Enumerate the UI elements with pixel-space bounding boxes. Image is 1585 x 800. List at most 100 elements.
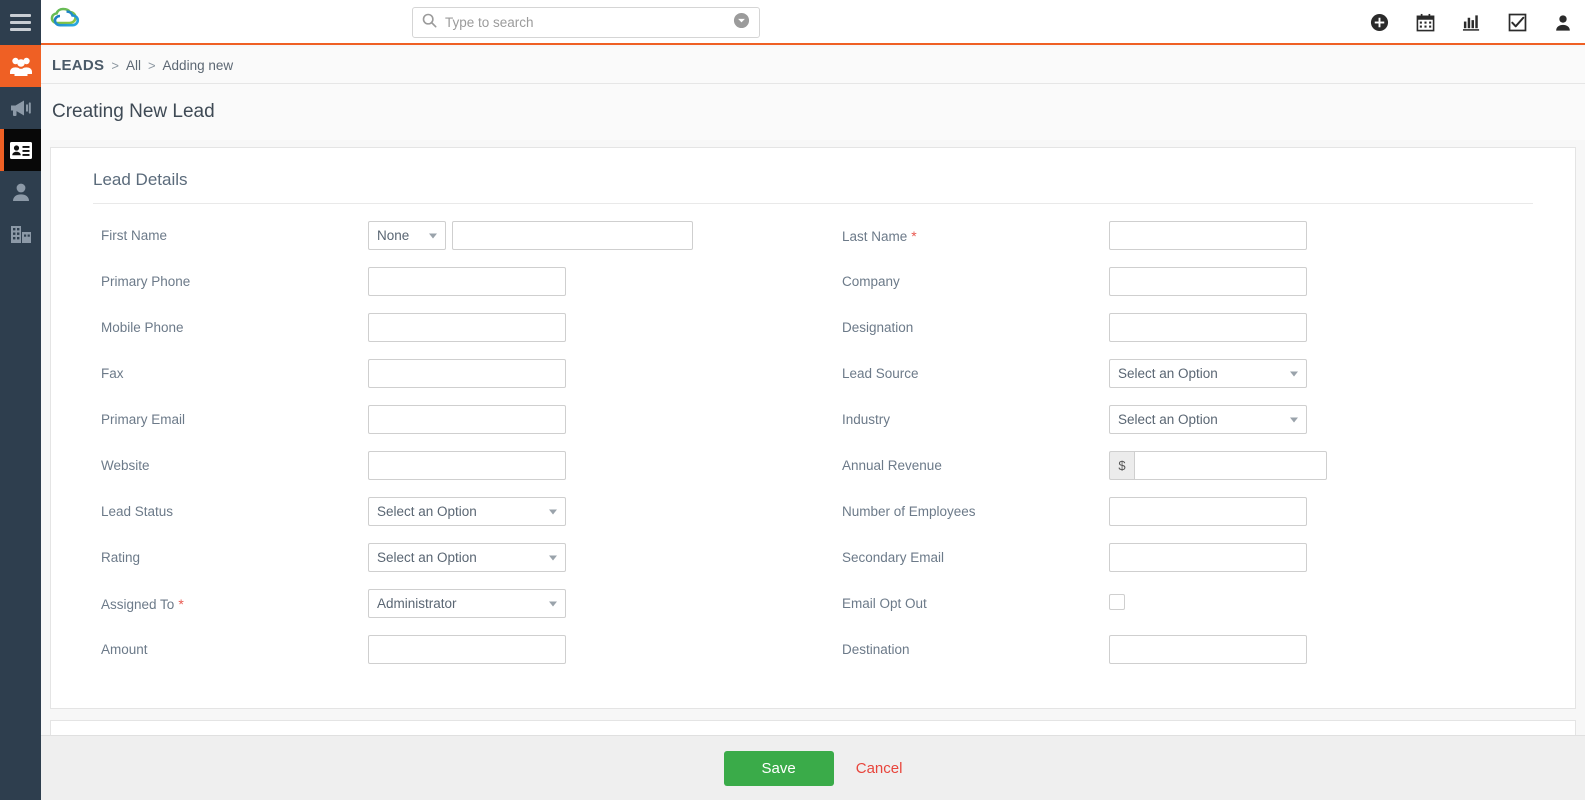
vtiger-logo[interactable] [50,3,94,40]
field-control: Select an Option [368,494,813,526]
field-control: None [368,218,813,250]
primary-phone-input[interactable] [368,267,566,296]
sidebar-item-person[interactable] [0,171,41,213]
form-field: Assigned To * Administrator [72,586,813,632]
field-control: Select an Option [368,540,813,572]
currency-symbol: $ [1109,451,1134,480]
field-control [1109,586,1554,610]
breadcrumb-module[interactable]: LEADS [52,57,104,74]
lead-source-select-value: Select an Option [1118,366,1218,381]
quick-create-icon[interactable] [1369,13,1389,33]
assigned-to-select[interactable]: Administrator [368,589,566,618]
form-field: Number of Employees [813,494,1554,540]
salutation-name-group: None [368,221,813,250]
megaphone-icon [9,98,33,118]
field-label-text: Mobile Phone [101,320,184,335]
search-input[interactable] [445,15,733,30]
field-label: Lead Source [813,356,1109,382]
hamburger-menu-icon[interactable] [0,0,41,45]
global-search[interactable] [412,7,760,38]
number-of-employees-input[interactable] [1109,497,1307,526]
form-field: Email Opt Out [813,586,1554,632]
field-control [368,448,813,480]
chevron-down-icon [429,233,437,238]
section-title-address-details: Address Details [93,721,1533,735]
lead-status-select[interactable]: Select an Option [368,497,566,526]
form-row: Website Annual Revenue $ [72,448,1554,494]
page-title: Creating New Lead [52,101,215,122]
field-control: Select an Option [1109,402,1554,434]
page-title-bar: Creating New Lead [41,84,1585,140]
annual-revenue-input[interactable] [1134,451,1327,480]
last-name-input[interactable] [1109,221,1307,250]
calendar-icon[interactable] [1415,13,1435,33]
vtiger-cloud-logo-icon [50,3,92,40]
mobile-phone-input[interactable] [368,313,566,342]
field-label: Rating [72,540,368,566]
sidebar-item-contacts[interactable] [0,129,41,171]
website-input[interactable] [368,451,566,480]
breadcrumb-link-all[interactable]: All [126,58,141,73]
cancel-button[interactable]: Cancel [856,760,903,777]
form-action-bar: Save Cancel [41,735,1585,800]
primary-email-input[interactable] [368,405,566,434]
field-label-text: Rating [101,550,141,565]
field-control [1109,632,1554,664]
industry-select[interactable]: Select an Option [1109,405,1307,434]
field-label-text: First Name [101,228,168,243]
field-label: Email Opt Out [813,586,1109,612]
chevron-down-circle-icon[interactable] [733,12,750,34]
top-navbar [41,0,1585,45]
form-field: Annual Revenue $ [813,448,1554,494]
section-title-lead-details: Lead Details [93,148,1533,204]
field-label: Number of Employees [813,494,1109,520]
field-label-text: Primary Phone [101,274,191,289]
form-field: First Name None [72,218,813,264]
field-control [368,632,813,664]
field-control: Select an Option [1109,356,1554,388]
form-field: Primary Email [72,402,813,448]
lead-source-select[interactable]: Select an Option [1109,359,1307,388]
field-label-text: Email Opt Out [842,596,927,611]
amount-input[interactable] [368,635,566,664]
designation-input[interactable] [1109,313,1307,342]
sidebar-item-organizations[interactable] [0,213,41,255]
field-control [368,264,813,296]
user-account-icon[interactable] [1553,13,1573,33]
breadcrumb-current: Adding new [162,57,234,73]
field-control [368,402,813,434]
sidebar-item-campaigns[interactable] [0,87,41,129]
first-name-input[interactable] [452,221,693,250]
rating-select[interactable]: Select an Option [368,543,566,572]
lead-details-card: Lead Details First Name None Last Name * Pri… [50,147,1576,709]
breadcrumb-separator: > [111,57,119,73]
topbar-icon-group [1369,0,1573,45]
analytics-icon[interactable] [1461,13,1481,33]
field-control [1109,540,1554,572]
form-scroll-area[interactable]: Lead Details First Name None Last Name * Pri… [41,140,1585,735]
field-label-text: Annual Revenue [842,458,942,473]
field-label: Secondary Email [813,540,1109,566]
email-opt-out-checkbox[interactable] [1109,594,1125,610]
chevron-down-icon [549,601,557,606]
save-button[interactable]: Save [723,750,834,786]
field-label: Designation [813,310,1109,336]
todo-icon[interactable] [1507,13,1527,33]
form-field: Rating Select an Option [72,540,813,586]
burger-line [10,20,31,24]
lead-status-select-value: Select an Option [377,504,477,519]
field-label-text: Primary Email [101,412,186,427]
fax-input[interactable] [368,359,566,388]
company-input[interactable] [1109,267,1307,296]
salutation-select[interactable]: None [368,221,446,250]
form-field: Company [813,264,1554,310]
sidebar-item-leads[interactable] [0,45,41,87]
field-label-text: Number of Employees [842,504,976,519]
form-row: Primary Phone Company [72,264,1554,310]
form-field: Lead Source Select an Option [813,356,1554,402]
form-field: Last Name * [813,218,1554,264]
burger-line [10,13,31,17]
app-root: LEADS > All > Adding new Creating New Le… [0,0,1585,800]
secondary-email-input[interactable] [1109,543,1307,572]
destination-input[interactable] [1109,635,1307,664]
